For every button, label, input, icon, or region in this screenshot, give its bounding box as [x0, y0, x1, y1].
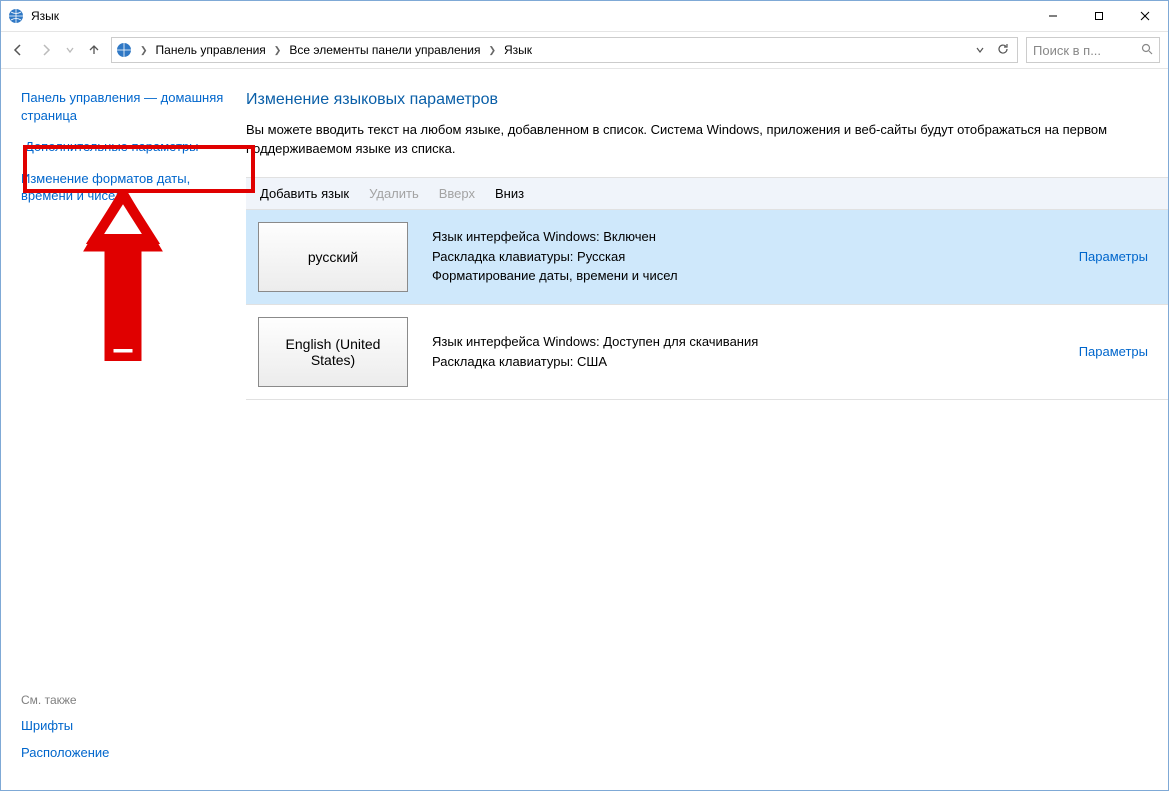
lang-keyboard-layout: Раскладка клавиатуры: Русская [432, 247, 1079, 267]
breadcrumb-language[interactable]: Язык [504, 43, 532, 57]
sidebar-link-home[interactable]: Панель управления — домашняя страница [21, 89, 234, 124]
search-placeholder: Поиск в п... [1033, 43, 1101, 58]
language-tile-russian[interactable]: русский [258, 222, 408, 292]
breadcrumb-box[interactable]: ❯ Панель управления ❯ Все элементы панел… [111, 37, 1018, 63]
up-button[interactable] [85, 41, 103, 59]
address-bar: ❯ Панель управления ❯ Все элементы панел… [1, 31, 1168, 69]
search-input[interactable]: Поиск в п... [1026, 37, 1160, 63]
language-app-icon [7, 7, 25, 25]
chevron-right-icon: ❯ [270, 45, 286, 56]
breadcrumb-control-panel[interactable]: Панель управления [156, 43, 266, 57]
address-dropdown-button[interactable] [973, 43, 987, 58]
toolbar-add-language[interactable]: Добавить язык [260, 186, 349, 201]
sidebar-link-advanced-settings[interactable]: Дополнительные параметры [21, 134, 234, 160]
language-toolbar: Добавить язык Удалить Вверх Вниз [246, 177, 1168, 210]
forward-button[interactable] [37, 41, 55, 59]
language-info-russian: Язык интерфейса Windows: Включен Расклад… [432, 227, 1079, 286]
window-title: Язык [31, 9, 59, 23]
lang-display-status: Язык интерфейса Windows: Доступен для ск… [432, 332, 1079, 352]
chevron-right-icon: ❯ [136, 45, 152, 56]
page-subtext: Вы можете вводить текст на любом языке, … [246, 121, 1144, 159]
minimize-button[interactable] [1030, 1, 1076, 31]
page-heading: Изменение языковых параметров [246, 91, 1144, 109]
toolbar-move-up: Вверх [439, 186, 475, 201]
lang-display-status: Язык интерфейса Windows: Включен [432, 227, 1079, 247]
toolbar-move-down[interactable]: Вниз [495, 186, 524, 201]
lang-date-format: Форматирование даты, времени и чисел [432, 266, 1079, 286]
language-options-link[interactable]: Параметры [1079, 249, 1148, 264]
recent-locations-button[interactable] [65, 41, 75, 59]
sidebar-link-date-formats[interactable]: Изменение форматов даты, времени и чисел [21, 170, 234, 205]
language-row-english[interactable]: English (United States) Язык интерфейса … [246, 305, 1168, 400]
sidebar-link-location[interactable]: Расположение [21, 744, 234, 762]
search-icon [1141, 43, 1153, 58]
language-row-russian[interactable]: русский Язык интерфейса Windows: Включен… [246, 210, 1168, 305]
sidebar: Панель управления — домашняя страница До… [1, 69, 246, 790]
language-options-link[interactable]: Параметры [1079, 344, 1148, 359]
close-button[interactable] [1122, 1, 1168, 31]
chevron-right-icon: ❯ [484, 45, 500, 56]
language-tile-english[interactable]: English (United States) [258, 317, 408, 387]
see-also-label: См. также [21, 693, 234, 707]
titlebar: Язык [1, 1, 1168, 31]
sidebar-link-fonts[interactable]: Шрифты [21, 717, 234, 735]
lang-keyboard-layout: Раскладка клавиатуры: США [432, 352, 1079, 372]
refresh-button[interactable] [993, 42, 1013, 59]
language-folder-icon [116, 42, 132, 58]
toolbar-remove-language: Удалить [369, 186, 419, 201]
language-info-english: Язык интерфейса Windows: Доступен для ск… [432, 332, 1079, 371]
breadcrumb-all-items[interactable]: Все элементы панели управления [289, 43, 480, 57]
content-area: Изменение языковых параметров Вы можете … [246, 69, 1168, 790]
maximize-button[interactable] [1076, 1, 1122, 31]
back-button[interactable] [9, 41, 27, 59]
